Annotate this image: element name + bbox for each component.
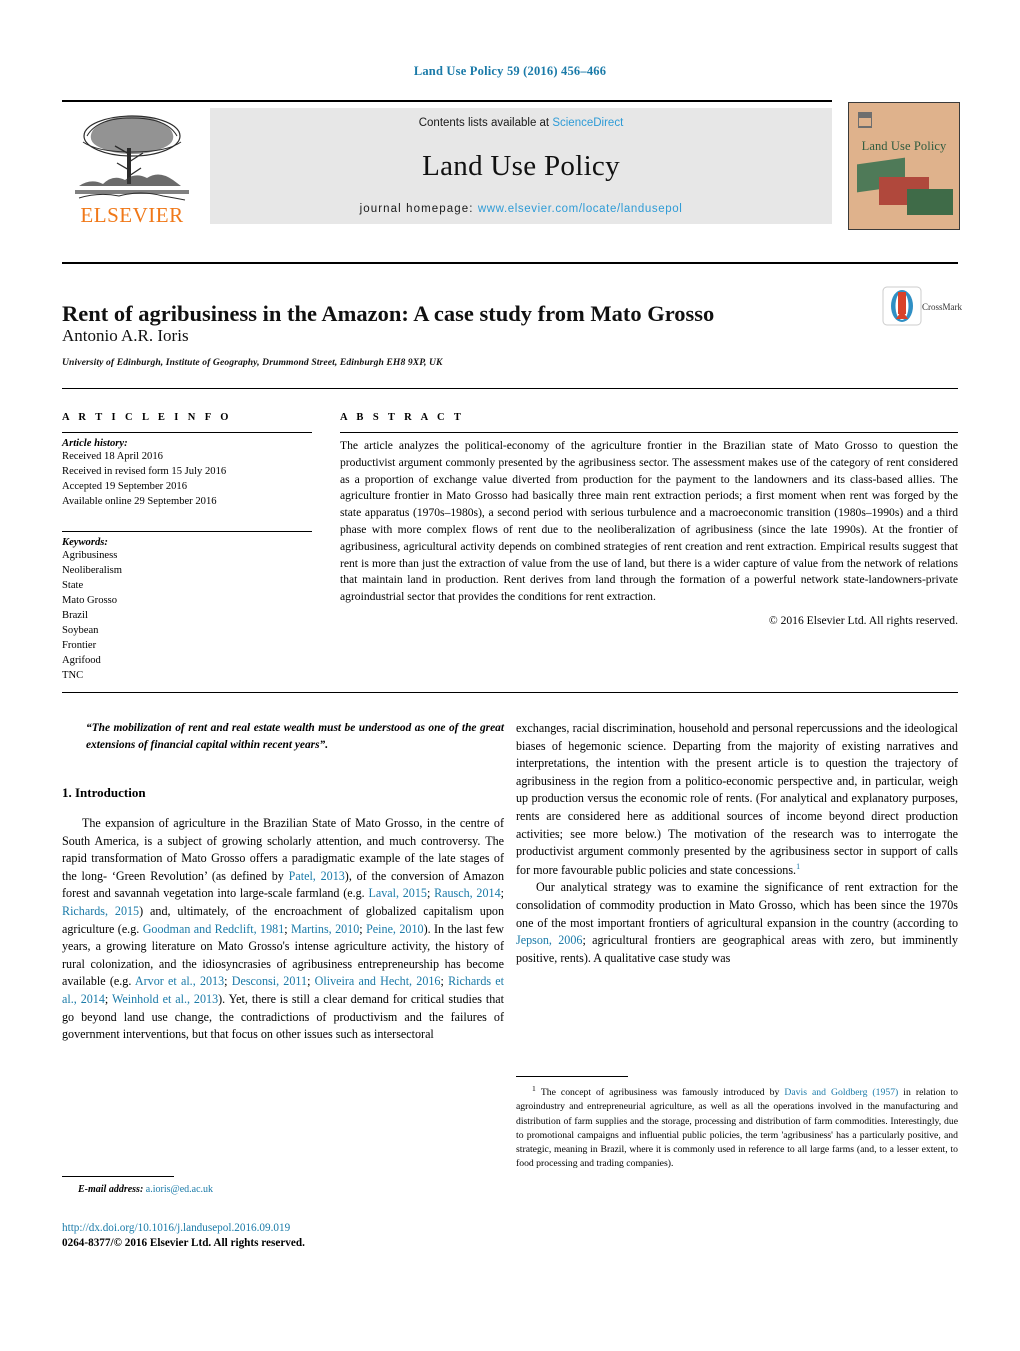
footnote-text: The concept of agribusiness was famously… bbox=[516, 1087, 958, 1170]
keyword-item: Agribusiness bbox=[62, 550, 118, 562]
footer-divider bbox=[62, 1176, 174, 1177]
footnote-block: 1 The concept of agribusiness was famous… bbox=[516, 1076, 958, 1171]
email-link[interactable]: a.ioris@ed.ac.uk bbox=[146, 1184, 213, 1195]
cover-title-label: Land Use Policy bbox=[861, 139, 947, 153]
keyword-item: State bbox=[62, 580, 84, 592]
keyword-item: TNC bbox=[62, 670, 84, 682]
crossmark-label: CrossMark bbox=[922, 302, 962, 312]
sciencedirect-link[interactable]: ScienceDirect bbox=[552, 117, 623, 129]
doi-block: http://dx.doi.org/10.1016/j.landusepol.2… bbox=[62, 1221, 504, 1251]
history-received: Received 18 April 2016 bbox=[62, 451, 163, 462]
journal-banner: Contents lists available at ScienceDirec… bbox=[210, 108, 832, 224]
keyword-item: Agrifood bbox=[62, 655, 101, 667]
abstract-heading: A B S T R A C T bbox=[340, 412, 465, 423]
page-footer: E-mail address: a.ioris@ed.ac.uk http://… bbox=[62, 1176, 504, 1251]
abstract-bottom-rule bbox=[62, 692, 958, 693]
epigraph-quote: “The mobilization of rent and real estat… bbox=[86, 722, 504, 751]
journal-title: Land Use Policy bbox=[422, 149, 620, 182]
section-heading-introduction: 1. Introduction bbox=[62, 785, 146, 801]
issn-copyright-line: 0264-8377/© 2016 Elsevier Ltd. All right… bbox=[62, 1237, 305, 1250]
abstract-body: The article analyzes the political-econo… bbox=[340, 439, 958, 604]
body-column-left: “The mobilization of rent and real estat… bbox=[62, 720, 504, 1044]
article-info-rule bbox=[62, 432, 312, 433]
email-label: E-mail address: bbox=[78, 1184, 144, 1195]
journal-homepage-line: journal homepage: www.elsevier.com/locat… bbox=[360, 203, 683, 215]
footnote-reference-marker[interactable]: 1 bbox=[796, 862, 800, 871]
history-accepted: Accepted 19 September 2016 bbox=[62, 481, 188, 493]
running-head: Land Use Policy 59 (2016) 456–466 bbox=[413, 64, 607, 78]
keywords-rule bbox=[62, 531, 312, 533]
footnote-1: 1 The concept of agribusiness was famous… bbox=[516, 1083, 958, 1171]
cover-publisher-icon bbox=[858, 112, 872, 128]
crossmark-icon bbox=[882, 286, 922, 326]
history-revised: Received in revised form 15 July 2016 bbox=[62, 466, 227, 478]
corresponding-email-line: E-mail address: a.ioris@ed.ac.uk bbox=[62, 1184, 504, 1195]
homepage-prefix: journal homepage: bbox=[359, 203, 478, 215]
cover-photo-forest-icon bbox=[907, 189, 953, 215]
paragraph: exchanges, racial discrimination, househ… bbox=[516, 720, 958, 879]
body-column-right: exchanges, racial discrimination, househ… bbox=[516, 720, 958, 967]
article-history-label: Article history: bbox=[62, 438, 128, 449]
paragraph: Our analytical strategy was to examine t… bbox=[516, 879, 958, 967]
masthead-top-rule bbox=[62, 100, 832, 102]
author-affiliation: University of Edinburgh, Institute of Ge… bbox=[62, 357, 443, 368]
keywords-label: Keywords: bbox=[62, 537, 108, 549]
abstract-rule bbox=[340, 432, 958, 433]
elsevier-wordmark: ELSEVIER bbox=[80, 203, 184, 227]
paragraph: The expansion of agriculture in the Braz… bbox=[62, 815, 504, 1044]
paragraph-text: Our analytical strategy was to examine t… bbox=[516, 880, 958, 965]
article-info-heading: A R T I C L E I N F O bbox=[62, 412, 232, 423]
keyword-item: Brazil bbox=[62, 610, 88, 622]
paragraph-text: exchanges, racial discrimination, househ… bbox=[516, 721, 958, 877]
contents-prefix: Contents lists available at bbox=[418, 117, 553, 129]
title-divider bbox=[62, 262, 958, 264]
abstract-copyright: © 2016 Elsevier Ltd. All rights reserved… bbox=[768, 613, 958, 627]
footnote-divider bbox=[516, 1076, 628, 1077]
footnote-number: 1 bbox=[532, 1084, 536, 1093]
contents-available-line: Contents lists available at ScienceDirec… bbox=[419, 117, 624, 129]
crossmark-badge[interactable]: CrossMark bbox=[882, 286, 962, 330]
keyword-item: Neoliberalism bbox=[62, 565, 123, 577]
abstract-section-top-rule bbox=[62, 388, 958, 389]
keyword-item: Frontier bbox=[62, 640, 97, 652]
keyword-item: Mato Grosso bbox=[62, 595, 118, 607]
doi-link[interactable]: http://dx.doi.org/10.1016/j.landusepol.2… bbox=[62, 1221, 504, 1236]
homepage-url-link[interactable]: www.elsevier.com/locate/landusepol bbox=[478, 203, 683, 215]
article-page: Land Use Policy 59 (2016) 456–466 ELSEVI… bbox=[0, 0, 1020, 1351]
abstract-column: A B S T R A C T The article analyzes the… bbox=[340, 412, 958, 627]
journal-masthead: ELSEVIER Contents lists available at Sci… bbox=[62, 100, 960, 230]
keyword-item: Soybean bbox=[62, 625, 99, 637]
author-list: Antonio A.R. Ioris bbox=[62, 326, 189, 345]
article-info-column: A R T I C L E I N F O Article history: R… bbox=[62, 412, 312, 683]
history-available-online: Available online 29 September 2016 bbox=[62, 496, 217, 508]
elsevier-tree-icon bbox=[75, 115, 189, 201]
journal-cover-thumbnail: Land Use Policy bbox=[848, 102, 960, 230]
elsevier-logo: ELSEVIER bbox=[62, 104, 202, 226]
page-title: Rent of agribusiness in the Amazon: A ca… bbox=[62, 301, 715, 327]
paragraph-text: The expansion of agriculture in the Braz… bbox=[62, 816, 505, 1042]
